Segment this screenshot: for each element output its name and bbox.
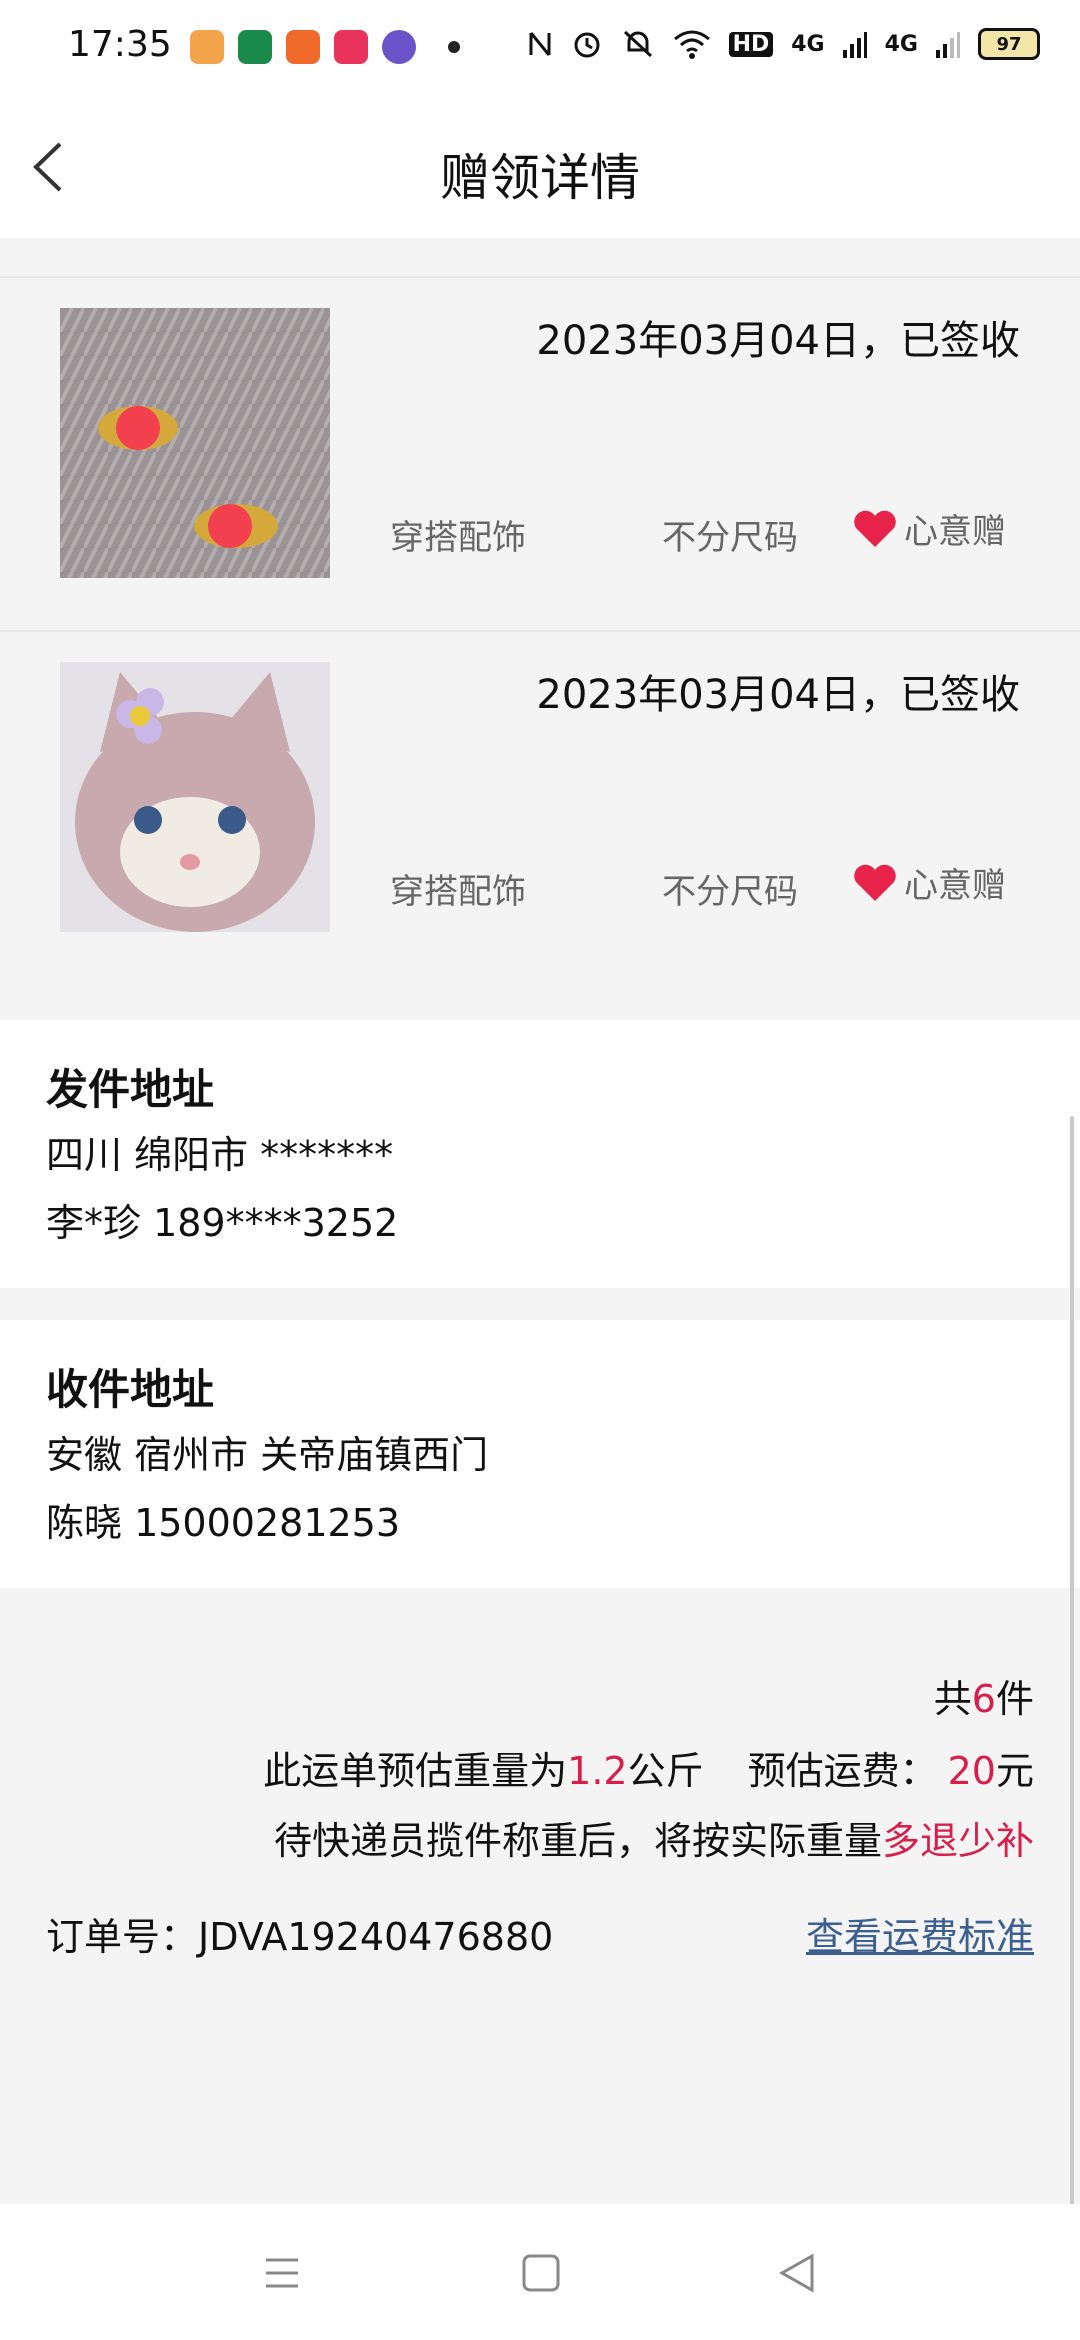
recent-apps-button[interactable] [252,2248,312,2298]
home-button[interactable] [510,2248,570,2298]
weight-note-line: 待快递员揽件称重后，将按实际重量多退少补 [274,1810,1034,1865]
status-indicators: HD 4G 4G 97 [527,28,1040,60]
page-title: 赠领详情 [440,149,640,207]
weight-fee-line: 此运单预估重量为1.2公斤 预估运费： 20元 [263,1740,1034,1795]
menu-icon [266,2258,298,2288]
gift-items-list: 2023年03月04日，已签收 穿搭配饰 不分尺码 心意赠 2023年03月04… [0,238,1080,1020]
signal-icon [842,32,867,58]
weight-value: 1.2 [567,1749,628,1793]
item-category: 穿搭配饰 [390,518,526,558]
system-navigation-bar [0,2204,1080,2340]
page-header: 赠领详情 [0,96,1080,238]
total-count: 6 [971,1677,996,1721]
system-back-button[interactable] [768,2248,828,2298]
plush-toy-image [60,662,330,932]
item-size: 不分尺码 [662,518,798,558]
taobao-app-icon [286,30,320,64]
hair-clips-image [60,308,330,578]
list-item[interactable]: 2023年03月04日，已签收 穿搭配饰 不分尺码 心意赠 [0,276,1080,632]
browser-app-icon [382,30,416,64]
game-app-icon [190,30,224,64]
total-prefix: 共 [933,1677,972,1721]
item-thumbnail[interactable] [60,308,330,578]
fee-prefix: 预估运费： [747,1749,938,1793]
shipping-summary: 共6件 此运单预估重量为1.2公斤 预估运费： 20元 待快递员揽件称重后，将按实际… [0,1588,1080,2204]
battery-indicator: 97 [978,28,1040,60]
item-size: 不分尺码 [662,872,798,912]
total-count-line: 共6件 [934,1668,1034,1723]
item-gift-type: 心意赠 [852,858,1006,907]
alarm-icon [574,32,600,58]
wifi-icon [673,30,710,59]
status-time: 17:35 [68,24,172,65]
item-date-status: 2023年03月04日，已签收 [536,318,1020,364]
signal-icon [936,32,960,58]
weight-prefix: 此运单预估重量为 [263,1749,568,1793]
fee-standard-link[interactable]: 查看运费标准 [806,1906,1034,1961]
sender-address-card: 发件地址 四川 绵阳市 ******* 李*珍 189****3252 [0,1020,1080,1288]
total-suffix: 件 [995,1677,1034,1721]
heart-icon [854,864,896,901]
status-app-icons [190,30,460,64]
gift-type-label: 心意赠 [904,866,1006,906]
item-date-status: 2023年03月04日，已签收 [536,672,1020,718]
home-square-icon [522,2254,560,2292]
receiver-address: 安徽 宿州市 关帝庙镇西门 [46,1433,489,1477]
network-indicator-1: 4G [791,31,825,57]
mute-icon [623,30,652,58]
item-category: 穿搭配饰 [390,872,526,912]
sender-address-title: 发件地址 [46,1065,215,1114]
note-highlight: 多退少补 [881,1819,1034,1863]
item-gift-type: 心意赠 [852,504,1006,553]
fee-unit: 元 [995,1749,1034,1793]
oppo-app-icon [238,30,272,64]
hd-badge: HD [728,31,774,57]
gift-type-label: 心意赠 [904,512,1006,552]
nfc-icon [529,32,551,56]
network-indicator-2: 4G [884,31,918,57]
receiver-address-title: 收件地址 [46,1365,215,1414]
back-triangle-icon [778,2253,814,2293]
video-app-icon [334,30,368,64]
item-thumbnail[interactable] [60,662,330,932]
receiver-contact: 陈晓 15000281253 [46,1501,401,1545]
notification-dot-icon [448,41,460,53]
heart-icon [854,510,896,547]
status-bar: 17:35 HD 4G 4G 97 [0,0,1080,96]
sender-address: 四川 绵阳市 ******* [46,1133,394,1177]
note-prefix: 待快递员揽件称重后，将按实际重量 [273,1819,882,1863]
receiver-address-card: 收件地址 安徽 宿州市 关帝庙镇西门 陈晓 15000281253 [0,1320,1080,1588]
order-number: 订单号：JDVA19240476880 [46,1915,554,1959]
fee-value: 20 [947,1749,996,1793]
list-item[interactable]: 2023年03月04日，已签收 穿搭配饰 不分尺码 心意赠 [0,632,1080,988]
weight-unit: 公斤 [627,1749,704,1793]
sender-contact: 李*珍 189****3252 [46,1201,399,1245]
scrollbar[interactable] [1070,1116,1074,2206]
